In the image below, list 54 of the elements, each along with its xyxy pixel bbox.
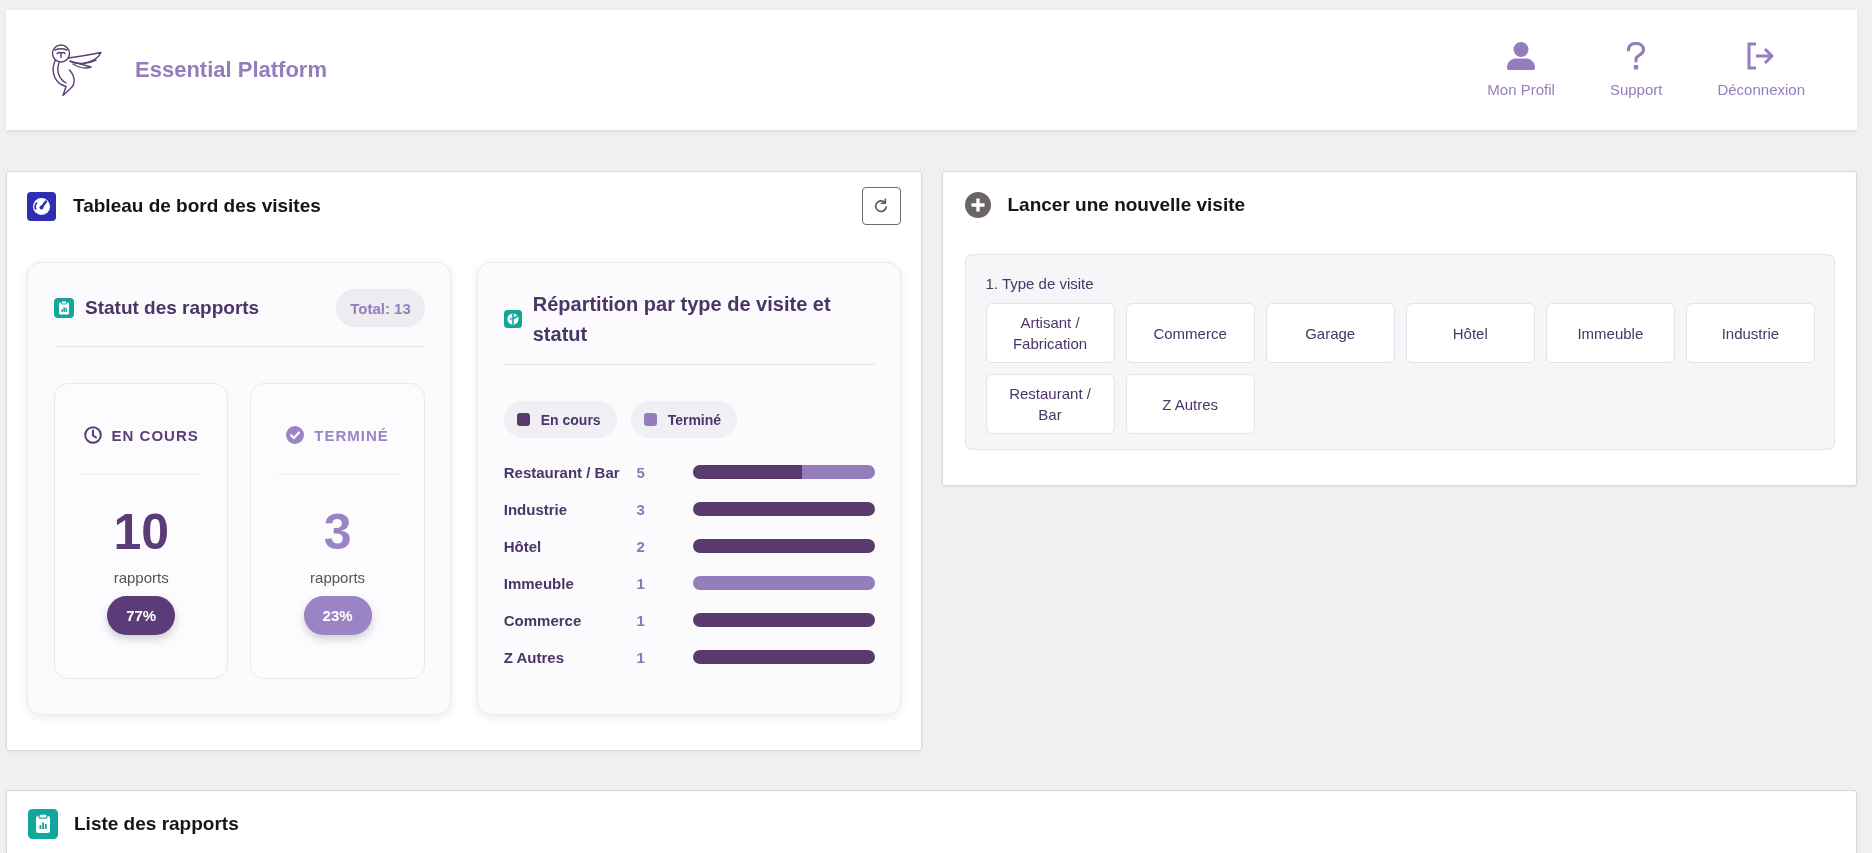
bar-label: Restaurant / Bar [503,463,621,481]
status-unit: rapports [310,568,366,588]
bar-label: Hôtel [503,537,543,555]
card-title: Lancer une nouvelle visite [1007,194,1246,216]
bar-label: Immeuble [503,574,575,592]
status-count: 3 [323,503,352,561]
panel-title: Répartition par type de visite et statut [532,292,832,347]
visit-type-button[interactable]: Commerce [1125,303,1255,363]
visit-type-button[interactable]: Hôtel [1405,303,1535,363]
bar-label: Commerce [503,611,583,629]
visit-type-button[interactable]: Immeuble [1545,303,1675,363]
visit-type-button[interactable]: Garage [1265,303,1395,363]
bar-count: 2 [635,537,646,555]
legend-label: Terminé [667,411,722,428]
refresh-button[interactable] [861,187,901,225]
gauge-icon [27,191,56,221]
check-circle-icon [286,426,305,444]
visit-type-button[interactable]: Restaurant / Bar [985,374,1115,434]
percent-badge: 77% [107,596,176,635]
visit-type-button[interactable]: Artisant / Fabrication [985,303,1115,363]
bar-count: 1 [635,574,646,592]
question-mark-icon [1626,41,1647,70]
user-icon [1507,41,1536,70]
status-count: 10 [113,503,169,561]
total-badge: Total: 13 [336,289,425,327]
status-label: TERMINÉ [314,426,389,444]
plus-circle-icon [964,192,991,218]
profile-link[interactable]: Mon Profil [1487,41,1555,99]
panel-title: Statut des rapports [85,297,260,319]
percent-badge: 23% [303,596,372,635]
card-title: Tableau de bord des visites [73,195,321,217]
logout-link[interactable]: Déconnexion [1717,41,1805,99]
legend-label: En cours [540,411,601,428]
brand-title: Essential Platform [135,57,327,83]
bar-label: Industrie [503,500,569,518]
card-title: Liste des rapports [74,813,239,835]
visit-type-button[interactable]: Z Autres [1125,374,1255,434]
step-label: 1. Type de visite [985,274,1095,294]
refresh-icon [873,198,889,214]
clipboard-icon [54,298,74,318]
bar-count: 1 [635,611,646,629]
bar-count: 5 [635,463,646,481]
status-unit: rapports [113,568,169,588]
logout-icon [1747,41,1776,70]
bar-label: Z Autres [503,648,566,666]
clipboard-icon [28,809,58,839]
clock-icon [83,426,102,444]
status-label: EN COURS [111,426,199,444]
bar-count: 3 [635,500,646,518]
bird-logo [50,43,102,97]
pie-chart-icon [503,310,522,328]
visit-type-button[interactable]: Industrie [1685,303,1815,363]
support-link[interactable]: Support [1609,41,1663,99]
bar-count: 1 [635,648,646,666]
